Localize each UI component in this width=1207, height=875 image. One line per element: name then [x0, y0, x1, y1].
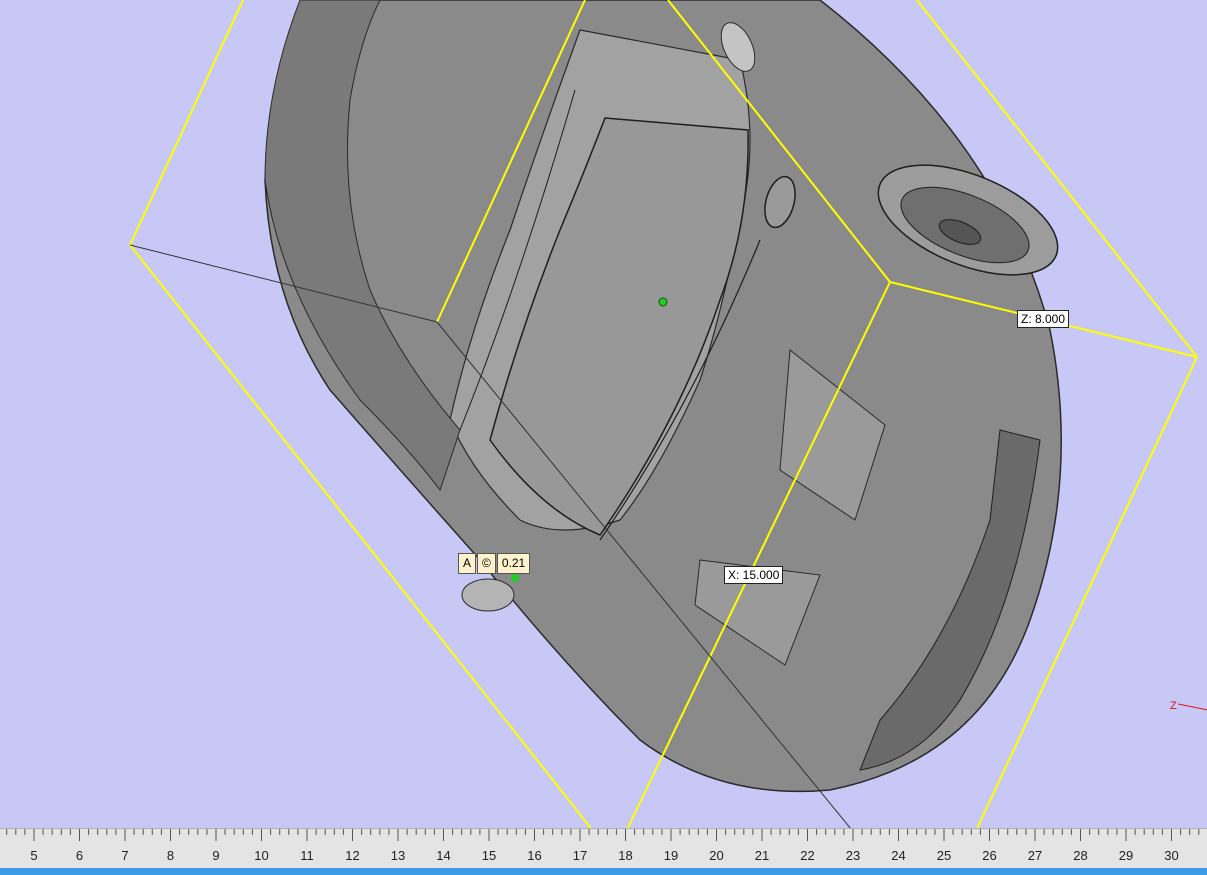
ruler-label: 28: [1073, 848, 1088, 863]
ruler-label: 10: [254, 848, 269, 863]
side-mirror: [461, 578, 515, 612]
status-strip: [0, 868, 1207, 875]
ruler-label: 26: [982, 848, 997, 863]
tool-mode-button[interactable]: A: [458, 553, 477, 574]
ruler-label: 30: [1164, 848, 1179, 863]
ruler-label: 18: [618, 848, 633, 863]
x-dimension-label: X: 15.000: [724, 566, 784, 584]
ruler-label: 6: [75, 848, 84, 863]
ruler-ticks: [6, 829, 1200, 841]
ruler-label: 22: [800, 848, 815, 863]
pivot-marker[interactable]: [658, 297, 668, 307]
ruler-label: 24: [891, 848, 906, 863]
z-dimension-label: Z: 8.000: [1017, 310, 1070, 328]
ruler-label: 13: [390, 848, 406, 863]
mirror-handle[interactable]: [511, 574, 519, 582]
ruler-label: 29: [1118, 848, 1134, 863]
tool-widget[interactable]: A © 0.21: [458, 553, 531, 574]
axis-z-line-icon: [1178, 703, 1207, 711]
ruler-label: 9: [212, 848, 220, 863]
3d-viewport[interactable]: Z: 8.000 X: 15.000 A © 0.21 Z: [0, 0, 1207, 828]
ruler-label: 23: [845, 848, 861, 863]
viewport-scene[interactable]: [0, 0, 1207, 828]
axis-z-label: Z: [1170, 700, 1177, 712]
tool-value[interactable]: 0.21: [496, 553, 531, 574]
ruler-label: 20: [709, 848, 724, 863]
ruler-label: 27: [1027, 848, 1043, 863]
ruler-label: 25: [936, 848, 952, 863]
ruler-label: 19: [663, 848, 679, 863]
ruler-label: 16: [527, 848, 542, 863]
ruler[interactable]: 5 6 7 8 9 10 11 12 13 14 15 16 17 18 19 20 21 22 23 24 25 26 2…: [0, 828, 1207, 869]
ruler-label: 17: [572, 848, 588, 863]
ruler-label: 12: [345, 848, 360, 863]
ruler-label: 7: [121, 848, 129, 863]
ruler-label: 5: [30, 848, 38, 863]
ruler-label: 8: [166, 848, 175, 863]
tool-symbol-icon[interactable]: ©: [477, 553, 496, 574]
ruler-label: 15: [481, 848, 497, 863]
ruler-label: 11: [300, 848, 314, 863]
ruler-label: 14: [436, 848, 451, 863]
car-model[interactable]: [264, 0, 1073, 793]
axis-indicator: Z: [1170, 700, 1207, 712]
ruler-label: 21: [754, 848, 770, 863]
